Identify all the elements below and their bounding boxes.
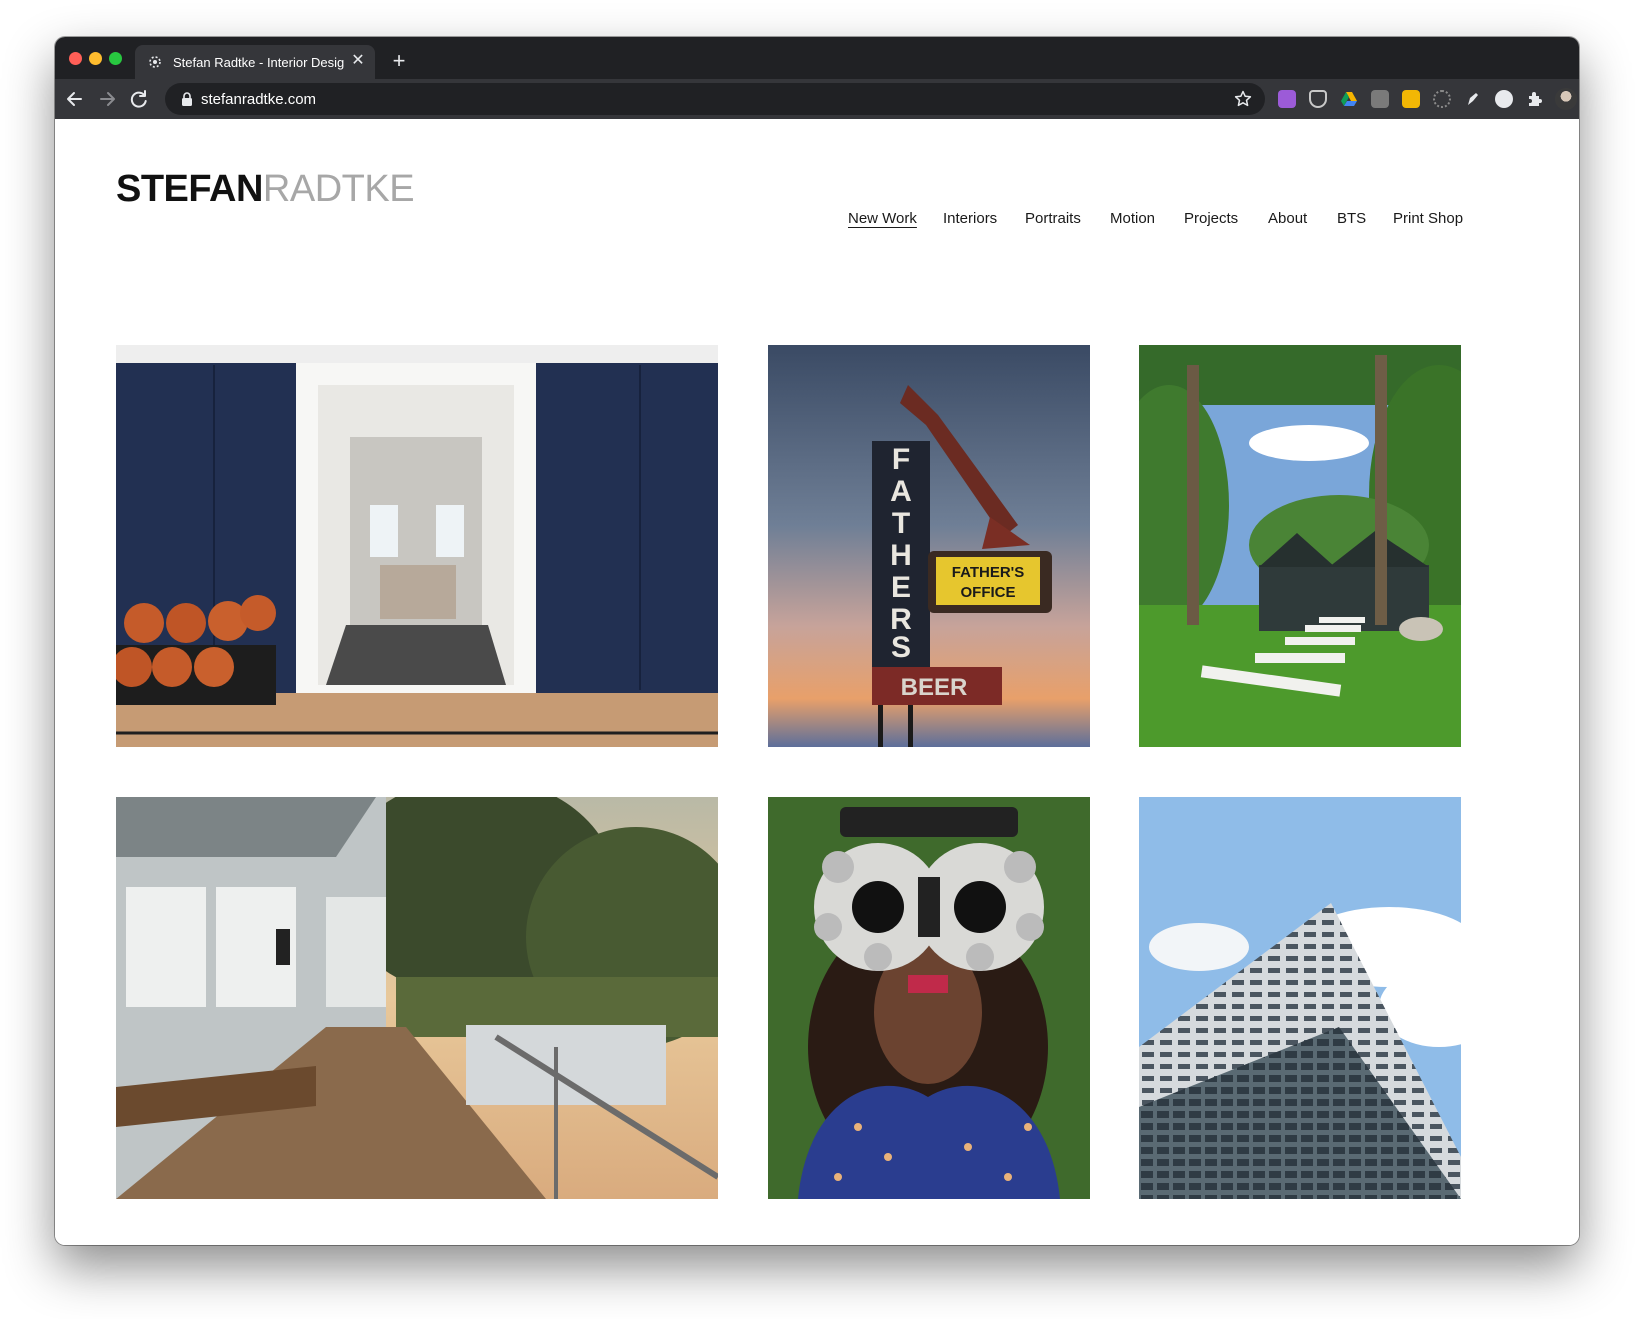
- browser-tab[interactable]: Stefan Radtke - Interior Design ✕: [135, 45, 375, 79]
- sign-letter-e: E: [891, 571, 911, 604]
- gallery-tile-phoropter-portrait[interactable]: [768, 797, 1090, 1199]
- nav-print-shop[interactable]: Print Shop: [1393, 210, 1463, 227]
- nav-portraits[interactable]: Portraits: [1025, 210, 1081, 227]
- lock-icon: [179, 91, 195, 107]
- nav-new-work[interactable]: New Work: [848, 210, 917, 227]
- pocket-extension-icon[interactable]: [1309, 90, 1327, 108]
- sign-letter-f: F: [892, 443, 910, 476]
- star-icon[interactable]: [1233, 89, 1253, 109]
- forward-arrow-icon[interactable]: [93, 85, 121, 113]
- notes-extension-icon[interactable]: [1402, 90, 1420, 108]
- maximize-window-button[interactable]: [109, 52, 122, 65]
- camera-extension-icon[interactable]: [1433, 90, 1451, 108]
- sign-letter-h: H: [890, 539, 912, 572]
- tab-strip: Stefan Radtke - Interior Design ✕ +: [55, 37, 1579, 79]
- sign-letter-a: A: [890, 475, 912, 508]
- sign-letter-s: S: [891, 631, 911, 664]
- sign-beer-text: BEER: [901, 674, 968, 701]
- url-text: stefanradtke.com: [201, 91, 317, 108]
- sign-letter-t: T: [892, 507, 910, 540]
- nav-motion[interactable]: Motion: [1110, 210, 1155, 227]
- close-window-button[interactable]: [69, 52, 82, 65]
- gallery-tile-deck-sunset[interactable]: [116, 797, 718, 1199]
- logo-last-name: RADTKE: [262, 168, 415, 210]
- gallery-tile-neon-sign[interactable]: F A T H E R S FATHER'S OFFICE BEER: [768, 345, 1090, 747]
- tab-title: Stefan Radtke - Interior Design: [173, 55, 345, 70]
- nav-projects[interactable]: Projects: [1184, 210, 1238, 227]
- browser-window: Stefan Radtke - Interior Design ✕ + stef…: [55, 37, 1579, 1245]
- favicon-icon: [145, 52, 165, 72]
- address-bar[interactable]: stefanradtke.com: [165, 83, 1265, 115]
- s-extension-icon[interactable]: [1495, 90, 1513, 108]
- back-arrow-icon[interactable]: [61, 85, 89, 113]
- nav-bts[interactable]: BTS: [1337, 210, 1366, 227]
- sign-panel-line-1: FATHER'S: [952, 564, 1024, 581]
- minimize-window-button[interactable]: [89, 52, 102, 65]
- web-page: STEFANRADTKE New Work Interiors Portrait…: [55, 119, 1579, 1245]
- profile-avatar[interactable]: [1555, 88, 1577, 110]
- nav-interiors[interactable]: Interiors: [943, 210, 997, 227]
- drive-extension-icon[interactable]: [1340, 90, 1358, 108]
- extensions-puzzle-icon[interactable]: [1526, 90, 1544, 108]
- gallery-tile-gym-interior[interactable]: [116, 345, 718, 747]
- checkmark-extension-icon[interactable]: [1278, 90, 1296, 108]
- site-logo[interactable]: STEFANRADTKE: [116, 167, 415, 211]
- nav-about[interactable]: About: [1268, 210, 1307, 227]
- browser-toolbar: stefanradtke.com: [55, 79, 1579, 119]
- reload-icon[interactable]: [125, 85, 153, 113]
- reader-extension-icon[interactable]: [1371, 90, 1389, 108]
- close-icon[interactable]: ✕: [349, 52, 367, 70]
- sign-panel-line-2: OFFICE: [961, 584, 1016, 601]
- new-tab-plus-icon[interactable]: +: [387, 50, 411, 74]
- logo-first-name: STEFAN: [116, 168, 263, 210]
- gallery-tile-barn-house[interactable]: [1139, 345, 1461, 747]
- gallery-tile-modern-building[interactable]: [1139, 797, 1461, 1199]
- pen-extension-icon[interactable]: [1464, 90, 1482, 108]
